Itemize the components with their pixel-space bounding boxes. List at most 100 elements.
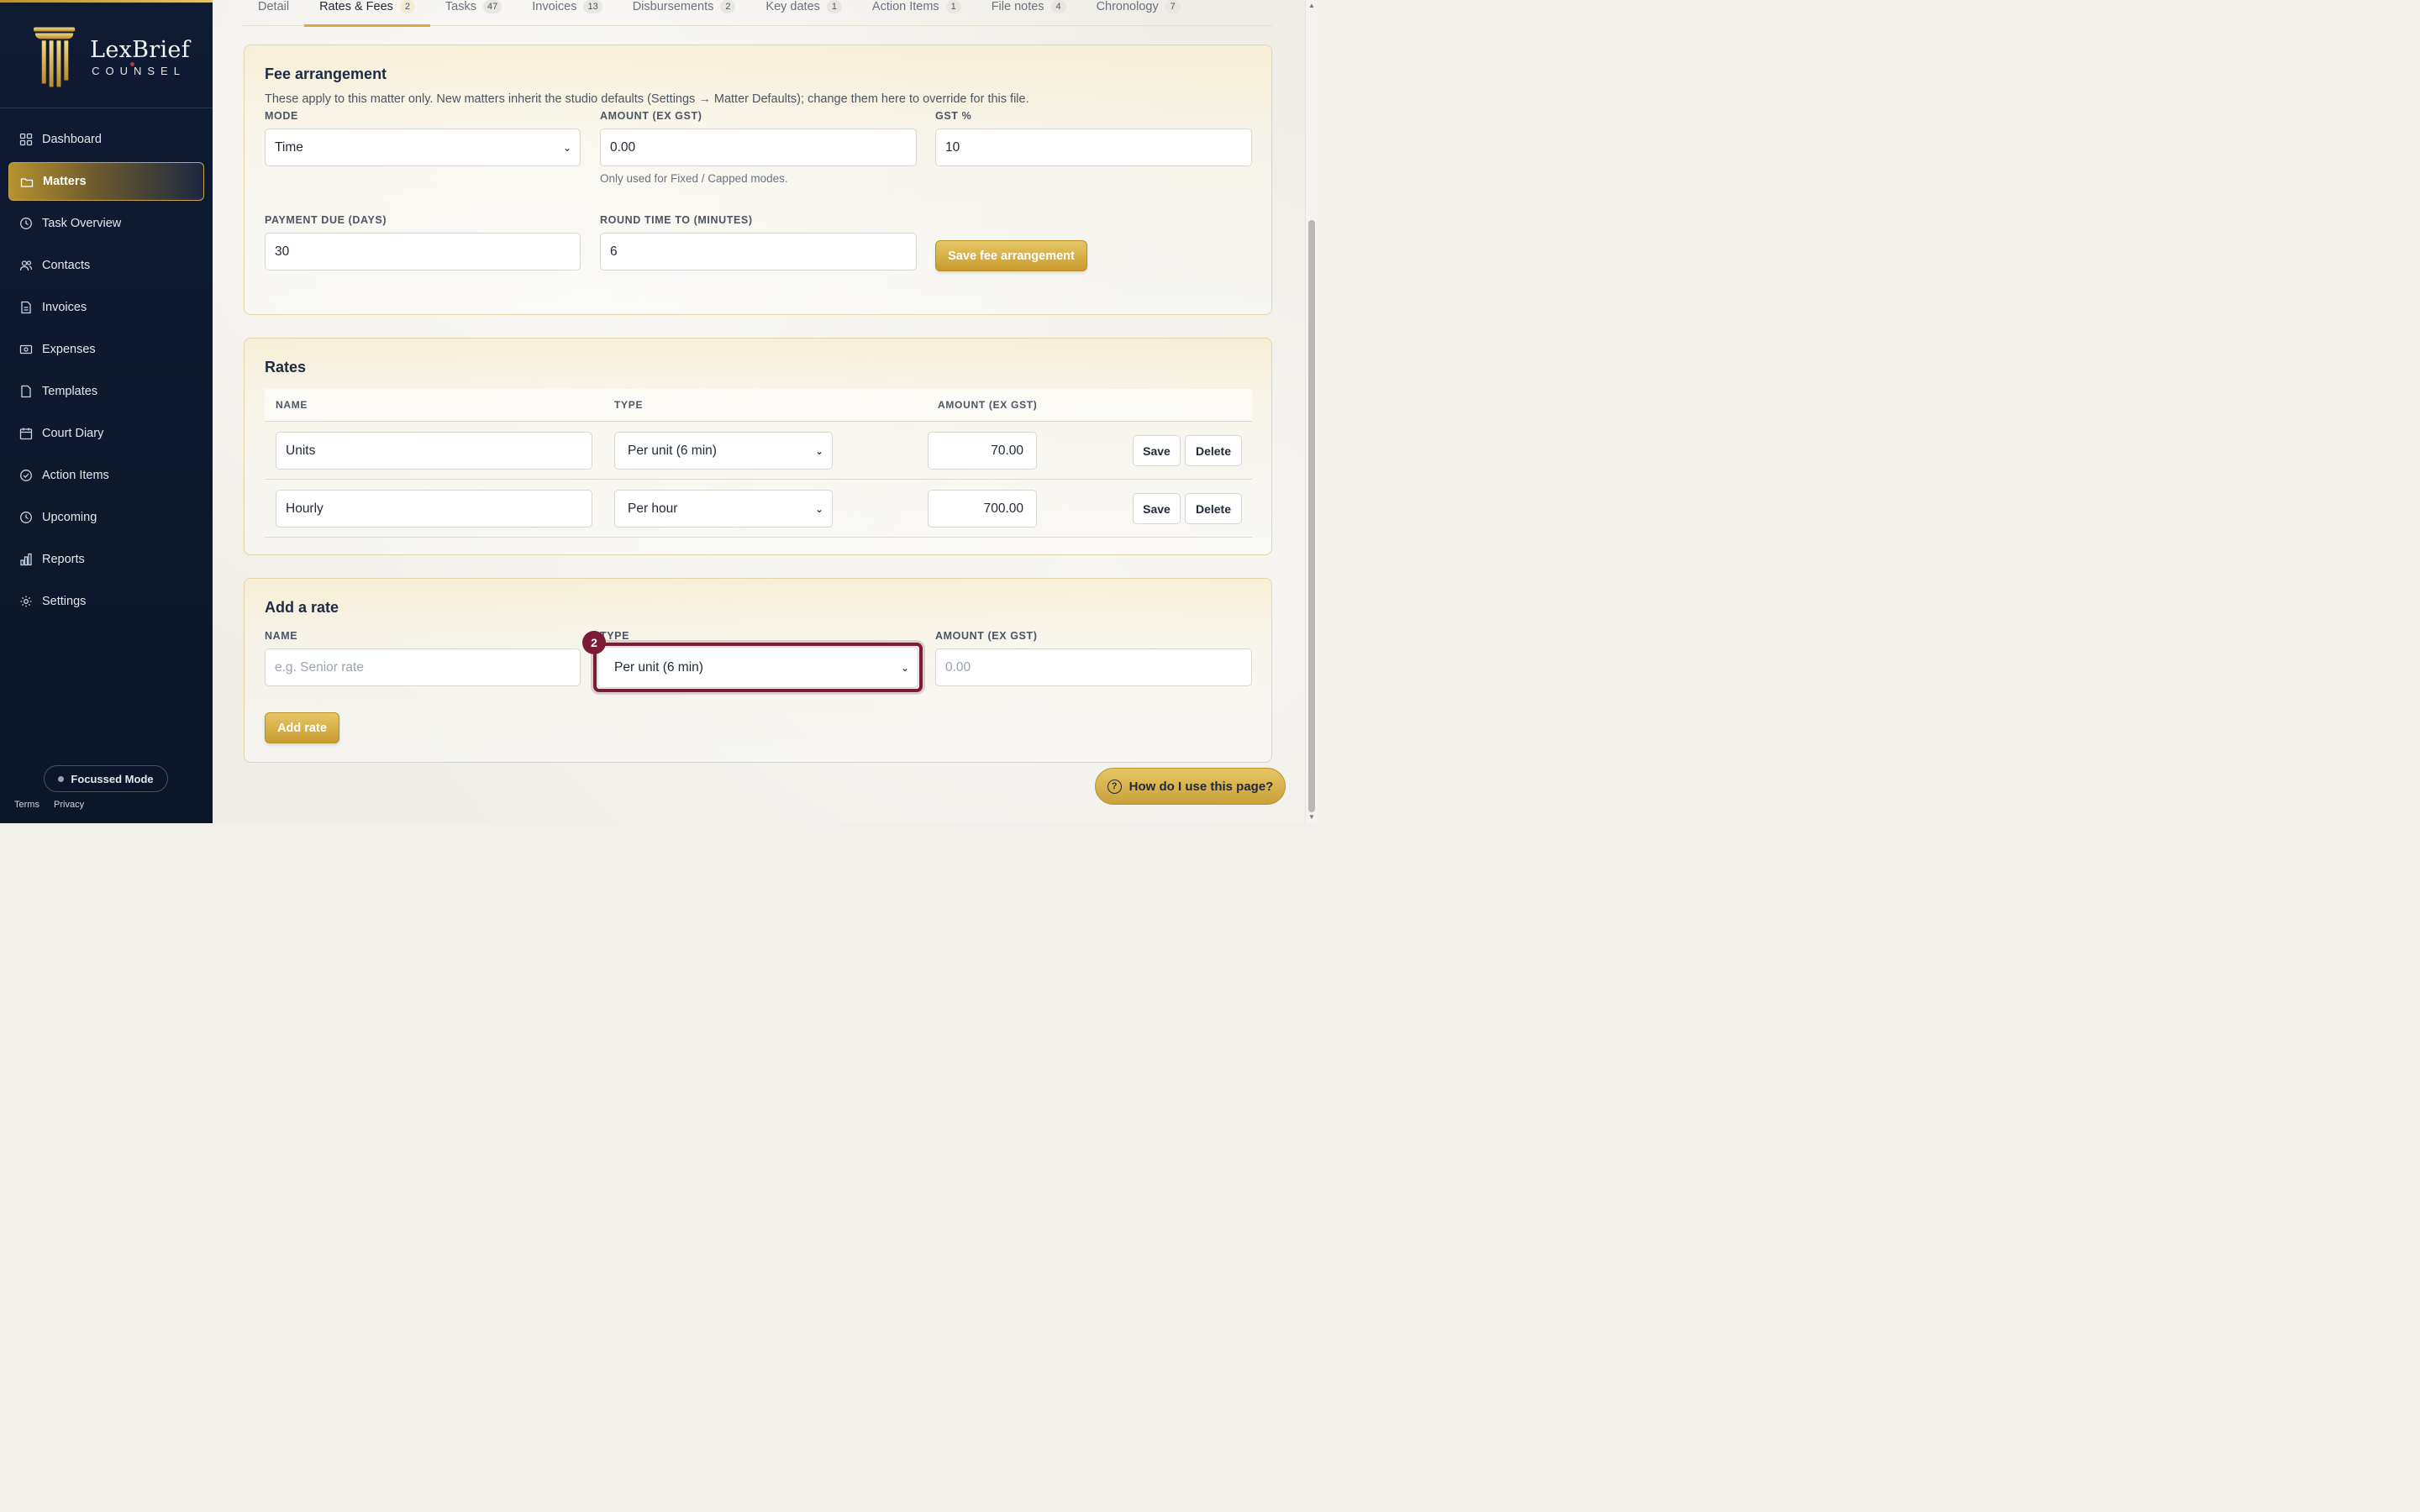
card-title: Rates [265, 359, 307, 375]
sidebar-item-court-diary[interactable]: Court Diary [8, 414, 204, 453]
rate-amount-value: 700.00 [983, 501, 1023, 516]
sidebar-item-label: Settings [42, 595, 87, 608]
new-rate-name-input[interactable]: e.g. Senior rate [265, 648, 581, 686]
sidebar: LexBrief COUNSEL Dashboard Matters Task … [0, 0, 213, 823]
gst-value: 10 [945, 139, 960, 155]
sidebar-item-templates[interactable]: Templates [8, 372, 204, 411]
brand-subtitle: COUNSEL [92, 65, 186, 77]
folder-icon [20, 178, 34, 187]
amount-input[interactable]: 0.00 [600, 129, 917, 166]
banknote-icon [19, 344, 33, 354]
tab-label: Rates & Fees [319, 0, 393, 13]
save-rate-button[interactable]: Save [1133, 493, 1181, 524]
sidebar-item-upcoming[interactable]: Upcoming [8, 498, 204, 537]
row-divider [265, 479, 1252, 480]
sidebar-item-settings[interactable]: Settings [8, 582, 204, 621]
sidebar-item-label: Reports [42, 553, 85, 566]
rates-table-header: NAME TYPE AMOUNT (EX GST) [265, 389, 1252, 421]
tab-disbursements[interactable]: Disbursements 2 [618, 0, 751, 26]
gst-input[interactable]: 10 [935, 129, 1252, 166]
sidebar-item-label: Action Items [42, 469, 109, 482]
new-rate-type-select[interactable]: Per unit (6 min) ⌄ [597, 647, 918, 688]
sidebar-item-reports[interactable]: Reports [8, 540, 204, 579]
fee-arrangement-card: Fee arrangement These apply to this matt… [244, 45, 1272, 315]
rate-amount-input[interactable]: 700.00 [928, 490, 1037, 528]
sidebar-item-label: Matters [43, 175, 87, 188]
tab-detail[interactable]: Detail [243, 0, 304, 26]
rate-type-select[interactable]: Per unit (6 min) ⌄ [614, 432, 833, 470]
tab-label: File notes [991, 0, 1044, 13]
sidebar-item-expenses[interactable]: Expenses [8, 330, 204, 369]
tab-chronology[interactable]: Chronology 7 [1081, 0, 1196, 26]
amount-value: 0.00 [610, 139, 636, 155]
tab-count: 4 [1050, 0, 1066, 13]
page-help-label: How do I use this page? [1128, 779, 1274, 794]
column-header-name: NAME [276, 399, 308, 411]
clock-icon [20, 512, 32, 523]
round-time-input[interactable]: 6 [600, 233, 917, 270]
new-rate-amount-input[interactable]: 0.00 [935, 648, 1252, 686]
scroll-down-icon[interactable]: ▼ [1308, 813, 1315, 821]
page-scrollbar[interactable]: ▲ ▼ [1305, 0, 1318, 823]
rate-amount-value: 70.00 [991, 443, 1023, 458]
sidebar-item-invoices[interactable]: Invoices [8, 288, 204, 327]
save-fee-arrangement-button[interactable]: Save fee arrangement [935, 240, 1087, 271]
sidebar-item-dashboard[interactable]: Dashboard [8, 120, 204, 159]
bar-chart-icon [20, 553, 32, 566]
sidebar-item-task-overview[interactable]: Task Overview [8, 204, 204, 243]
tab-count: 2 [399, 0, 415, 13]
scrollbar-thumb[interactable] [1308, 220, 1315, 812]
page-help-button[interactable]: ? How do I use this page? [1095, 768, 1286, 805]
terms-link[interactable]: Terms [14, 800, 39, 810]
save-rate-button[interactable]: Save [1133, 435, 1181, 466]
question-icon: ? [1107, 779, 1122, 794]
brand-logo[interactable]: LexBrief COUNSEL [30, 24, 190, 91]
chevron-down-icon: ⌄ [814, 502, 823, 515]
rate-type-value: Per hour [628, 501, 678, 516]
step-badge: 2 [582, 631, 606, 654]
status-dot [58, 775, 65, 782]
tab-key-dates[interactable]: Key dates 1 [750, 0, 857, 26]
sidebar-item-matters[interactable]: Matters [8, 162, 204, 201]
sidebar-item-action-items[interactable]: Action Items [8, 456, 204, 495]
tab-file-notes[interactable]: File notes 4 [976, 0, 1081, 26]
delete-rate-button[interactable]: Delete [1185, 435, 1242, 466]
rate-name-input[interactable]: Hourly [276, 490, 592, 528]
rate-amount-input[interactable]: 70.00 [928, 432, 1037, 470]
rate-name-value: Units [286, 443, 316, 458]
rate-name-value: Hourly [286, 501, 324, 516]
focussed-mode-toggle[interactable]: Focussed Mode [44, 765, 168, 792]
new-rate-amount-label: AMOUNT (EX GST) [935, 630, 1038, 642]
tab-action-items[interactable]: Action Items 1 [857, 0, 976, 26]
sidebar-item-contacts[interactable]: Contacts [8, 246, 204, 285]
chevron-down-icon: ⌄ [562, 141, 571, 154]
matter-tabs: Detail Rates & Fees 2 Tasks 47 Invoices 13 … [243, 0, 1272, 27]
payment-due-input[interactable]: 30 [265, 233, 581, 270]
check-circle-icon [20, 470, 32, 481]
tab-tasks[interactable]: Tasks 47 [430, 0, 517, 26]
row-divider [265, 537, 1252, 538]
scroll-up-icon[interactable]: ▲ [1308, 2, 1315, 9]
card-title: Add a rate [265, 599, 339, 616]
privacy-link[interactable]: Privacy [54, 800, 84, 810]
sidebar-accent-bar [0, 0, 213, 3]
rate-type-select[interactable]: Per hour ⌄ [614, 490, 833, 528]
tab-invoices[interactable]: Invoices 13 [517, 0, 617, 26]
sidebar-nav: Dashboard Matters Task Overview Contacts… [0, 120, 213, 624]
sidebar-item-label: Expenses [42, 343, 96, 356]
add-rate-button[interactable]: Add rate [265, 712, 339, 743]
rate-type-value: Per unit (6 min) [628, 443, 717, 458]
tab-count: 2 [720, 0, 736, 13]
delete-rate-button[interactable]: Delete [1185, 493, 1242, 524]
sidebar-item-label: Upcoming [42, 511, 97, 524]
row-divider [265, 421, 1252, 422]
round-time-label: ROUND TIME TO (MINUTES) [600, 214, 753, 226]
tab-rates-fees[interactable]: Rates & Fees 2 [304, 0, 430, 27]
new-rate-name-placeholder: e.g. Senior rate [275, 659, 364, 675]
card-description: These apply to this matter only. New mat… [265, 92, 1029, 106]
column-header-amount: AMOUNT (EX GST) [938, 399, 1038, 411]
rate-name-input[interactable]: Units [276, 432, 592, 470]
pillar-logo-icon [33, 27, 76, 87]
mode-select[interactable]: Time ⌄ [265, 129, 581, 166]
tab-label: Disbursements [632, 0, 714, 13]
